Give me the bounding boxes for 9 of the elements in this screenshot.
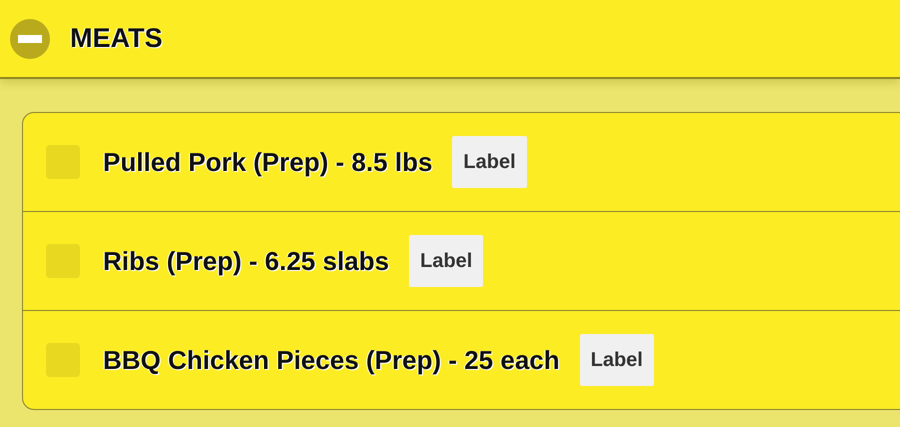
label-button[interactable]: Label [452,136,527,188]
label-button[interactable]: Label [409,235,484,287]
section-header[interactable]: MEATS [0,0,900,79]
collapse-icon[interactable] [10,18,50,58]
item-text: Pulled Pork (Prep) - 8.5 lbs [103,146,432,178]
item-text: BBQ Chicken Pieces (Prep) - 25 each [103,344,560,376]
item-text: Ribs (Prep) - 6.25 slabs [103,246,390,276]
label-button[interactable]: Label [580,334,654,386]
section-title: MEATS [70,23,162,54]
